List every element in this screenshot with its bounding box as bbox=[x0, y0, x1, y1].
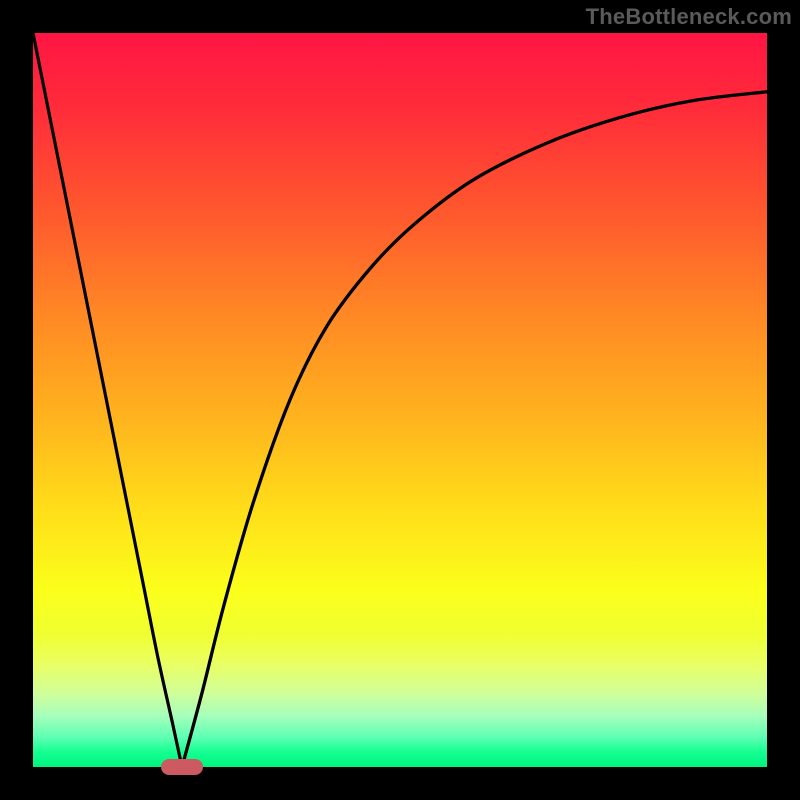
curve-right-branch bbox=[182, 92, 767, 767]
curve-left-branch bbox=[33, 33, 182, 767]
optimal-marker bbox=[161, 759, 203, 775]
bottleneck-curve bbox=[33, 33, 767, 767]
chart-frame: TheBottleneck.com bbox=[0, 0, 800, 800]
plot-area bbox=[33, 33, 767, 767]
attribution-text: TheBottleneck.com bbox=[586, 4, 792, 30]
